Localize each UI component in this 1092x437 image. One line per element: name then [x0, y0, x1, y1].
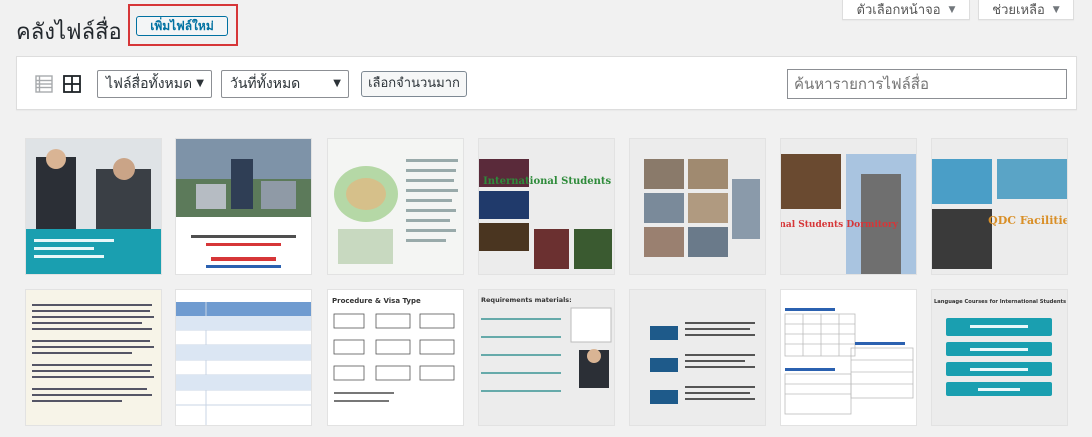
thumbnail-image — [630, 290, 765, 425]
thumbnail-image: International Students Dormitory — [781, 139, 916, 274]
media-thumbnail-classroom-collage[interactable] — [630, 139, 765, 274]
thumbnail-image — [781, 290, 916, 425]
media-thumbnail-dormitory-fee-table[interactable] — [176, 290, 311, 425]
thumbnail-caption: Requirements materials: — [481, 296, 572, 304]
help-label: ช่วยเหลือ — [992, 3, 1045, 18]
thumbnail-image: QDC Facilities — [932, 139, 1067, 274]
screen-options-label: ตัวเลือกหน้าจอ — [856, 3, 941, 18]
media-thumbnail-campus-map[interactable] — [328, 139, 463, 274]
thumbnail-image — [630, 139, 765, 274]
select-caret-icon: ▼ — [196, 78, 204, 89]
thumbnail-image — [176, 139, 311, 274]
media-thumbnail-international-students-dormitory[interactable]: International Students Dormitory — [781, 139, 916, 274]
thumbnail-image — [328, 139, 463, 274]
media-thumbnail-campus-aerial[interactable] — [176, 139, 311, 274]
select-caret-icon: ▼ — [333, 78, 341, 89]
thumbnail-image: International Students Activities — [479, 139, 614, 274]
media-thumbnail-procedure-visa-type[interactable]: Procedure & Visa Type — [328, 290, 463, 425]
media-thumbnail-requirements-materials[interactable]: Requirements materials: — [479, 290, 614, 425]
screen-options-tab[interactable]: ตัวเลือกหน้าจอ ▼ — [842, 0, 970, 20]
media-thumbnail-chinese-language-class[interactable] — [781, 290, 916, 425]
thumbnail-image — [26, 290, 161, 425]
thumbnail-caption: QDC Facilities — [988, 214, 1067, 227]
thumbnail-image: Language Courses for International Stude… — [932, 290, 1067, 425]
media-thumbnail-qdc-facilities[interactable]: QDC Facilities — [932, 139, 1067, 274]
help-tab[interactable]: ช่วยเหลือ ▼ — [978, 0, 1074, 20]
media-toolbar: ไฟล์สื่อทั้งหมด ▼ วันที่ทั้งหมด ▼ เลือกจ… — [16, 56, 1077, 110]
thumbnail-image — [176, 290, 311, 425]
thumbnail-caption: Procedure & Visa Type — [332, 297, 421, 305]
bulk-select-button[interactable]: เลือกจำนวนมาก — [361, 71, 467, 97]
media-search-input[interactable] — [787, 69, 1067, 99]
thumbnail-image: Requirements materials: — [479, 290, 614, 425]
page-title: คลังไฟล์สื่อ — [16, 20, 122, 45]
media-thumbnail-university-intro-text[interactable] — [26, 290, 161, 425]
date-value: วันที่ทั้งหมด — [230, 76, 301, 92]
thumbnail-caption: Language Courses for International Stude… — [934, 299, 1066, 305]
media-type-select[interactable]: ไฟล์สื่อทั้งหมด ▼ — [97, 70, 212, 98]
media-thumbnail-students-portrait[interactable] — [26, 139, 161, 274]
caret-down-icon: ▼ — [1052, 4, 1060, 15]
thumbnail-image — [26, 139, 161, 274]
caret-down-icon: ▼ — [948, 4, 956, 15]
thumbnail-caption: International Students Activities — [483, 176, 614, 187]
date-select[interactable]: วันที่ทั้งหมด ▼ — [221, 70, 349, 98]
media-thumbnail-program-levels[interactable] — [630, 290, 765, 425]
thumbnail-image: Procedure & Visa Type — [328, 290, 463, 425]
media-thumbnail-language-courses[interactable]: Language Courses for International Stude… — [932, 290, 1067, 425]
media-type-value: ไฟล์สื่อทั้งหมด — [106, 76, 193, 92]
add-new-button[interactable]: เพิ่มไฟล์ใหม่ — [136, 16, 228, 36]
media-thumbnail-international-students-activities[interactable]: International Students Activities — [479, 139, 614, 274]
grid-view-icon[interactable] — [63, 75, 81, 93]
list-view-icon[interactable] — [35, 75, 53, 93]
add-new-highlight: เพิ่มไฟล์ใหม่ — [128, 4, 238, 46]
thumbnail-caption: International Students Dormitory — [781, 220, 899, 230]
